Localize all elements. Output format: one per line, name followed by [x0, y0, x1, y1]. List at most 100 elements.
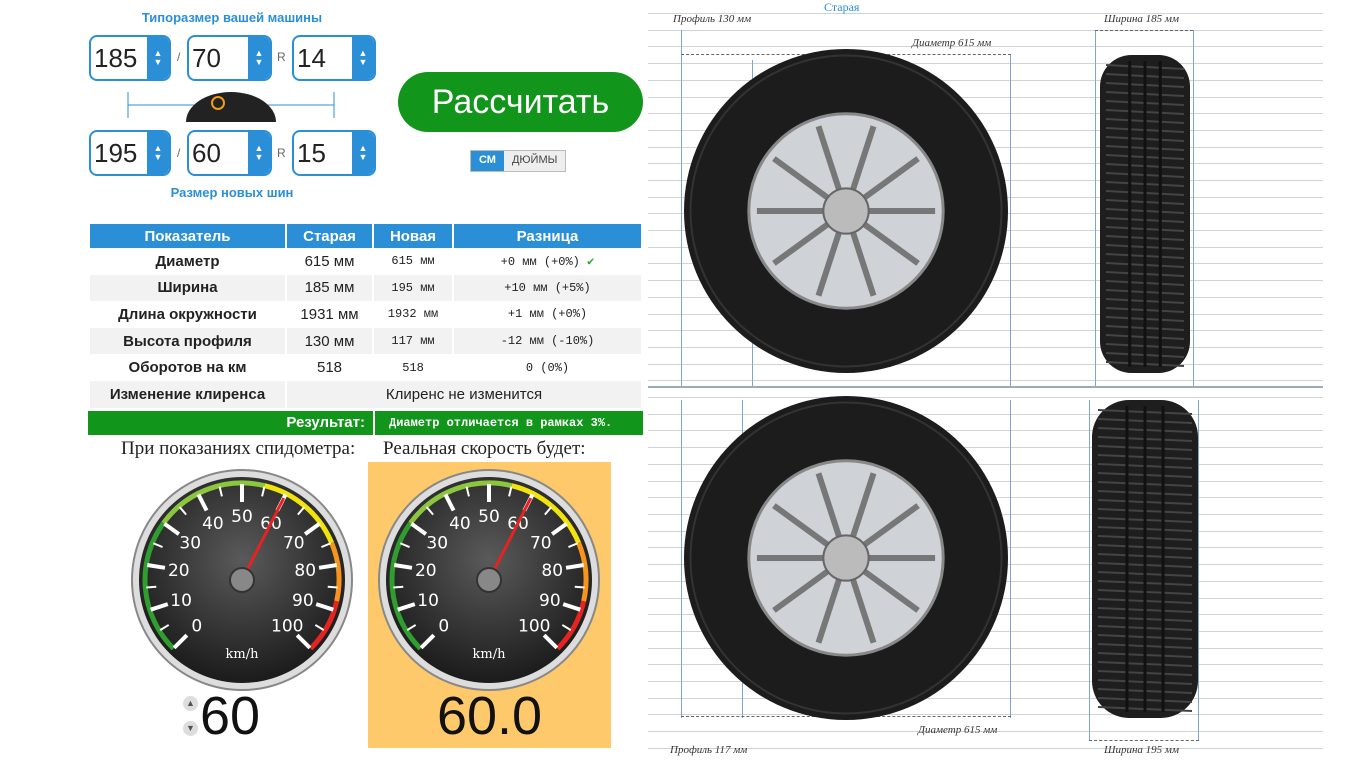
gauge-svg: 0102030405060708090100km/h [131, 469, 353, 691]
gauge-tick-label: 100 [271, 616, 303, 636]
checkmark-icon: ✔ [587, 254, 595, 269]
comparison-table: Показатель Старая Новая Разница Диаметр … [88, 224, 643, 408]
r-separator: R [277, 50, 286, 64]
table-header: Показатель Старая Новая Разница [90, 224, 641, 248]
grid-line [648, 30, 1323, 31]
spinner-icon: ▲ ▼ [248, 37, 270, 79]
tire-size-icon [127, 92, 335, 122]
spinner-icon: ▲ ▼ [352, 37, 374, 79]
gauge-tick-label: 80 [541, 561, 563, 581]
table-row: Длина окружности 1931 мм 1932 мм +1 мм (… [90, 301, 641, 328]
new-diameter-label: Диаметр 615 мм [918, 724, 998, 736]
row-new: 117 мм [374, 327, 452, 355]
calculate-button[interactable]: Рассчитать [398, 72, 643, 132]
tire-calculator: Типоразмер вашей машины 185 ▲ ▼ / 70 ▲ ▼ R… [0, 0, 1366, 768]
gauge-tick-label: 50 [478, 507, 500, 527]
decrement-icon[interactable]: ▼ [183, 721, 198, 736]
new-size-label: Размер новых шин [170, 185, 294, 200]
speedo-caption: При показаниях спидометра: [121, 438, 356, 459]
spinner-icon: ▲ ▼ [147, 37, 169, 79]
row-diff: +1 мм (+0%) [507, 307, 588, 322]
speedometer-gauge: 0102030405060708090100km/h [130, 468, 354, 692]
row-diff-text: +0 мм (+0%) [500, 254, 580, 269]
result-value: Диаметр отличается в рамках 3%. [375, 411, 643, 435]
grid-line [648, 748, 1323, 749]
old-title: Старая [824, 0, 860, 14]
gauge-unit: km/h [473, 647, 507, 662]
guide-line [1095, 30, 1096, 386]
real-speed-value: 60.0 [436, 686, 543, 746]
old-rim-select[interactable]: 14 ▲ ▼ [292, 35, 376, 81]
old-profile-value: 70 [192, 42, 221, 73]
gauge-tick-label: 10 [170, 591, 192, 611]
clearance-label: Изменение клиренса [90, 380, 285, 408]
table-row: Изменение клиренса Клиренс не изменится [90, 380, 641, 408]
row-name: Длина окружности [118, 305, 257, 323]
new-tread-image [1092, 400, 1198, 718]
row-old: 518 [316, 359, 343, 377]
new-rim-select[interactable]: 15 ▲ ▼ [292, 130, 376, 176]
row-diff: 0 (0%) [525, 360, 570, 375]
guide-line [1010, 400, 1011, 718]
speed-stepper[interactable]: ▲ ▼ [183, 696, 199, 736]
row-name: Диаметр [155, 252, 220, 270]
increment-icon[interactable]: ▲ [183, 696, 198, 711]
row-diff: -12 мм (-10%) [454, 327, 641, 355]
unit-inch-button[interactable]: ДЮЙМЫ [503, 151, 566, 171]
row-new: 518 [402, 360, 424, 375]
row-name: Высота профиля [90, 327, 285, 355]
old-width-select[interactable]: 185 ▲ ▼ [89, 35, 171, 81]
new-width-select[interactable]: 195 ▲ ▼ [89, 130, 171, 176]
diagram-divider [648, 386, 1323, 388]
table-row: Высота профиля 130 мм 117 мм -12 мм (-10… [90, 327, 641, 355]
row-old: 615 мм [304, 252, 355, 270]
row-old: 185 мм [287, 274, 372, 302]
col-diff: Разница [454, 224, 641, 248]
new-wheel-image [684, 396, 1008, 720]
spinner-icon: ▲ ▼ [248, 132, 270, 174]
old-profile-select[interactable]: 70 ▲ ▼ [187, 35, 272, 81]
old-rim-value: 14 [297, 42, 326, 73]
gauge-tick-label: 90 [292, 591, 314, 611]
gauge-tick-label: 10 [417, 591, 439, 611]
unit-toggle: СМ ДЮЙМЫ [470, 150, 567, 172]
gauge-tick-label: 0 [191, 616, 202, 636]
guide-line [1010, 55, 1011, 386]
row-diff: +10 мм (+5%) [454, 274, 641, 302]
old-diameter-label: Диаметр 615 мм [912, 37, 992, 49]
new-profile-value: 60 [192, 137, 221, 168]
old-profile-label: Профиль 130 мм [673, 13, 752, 25]
row-old: 130 мм [287, 327, 372, 355]
gauge-tick-label: 30 [179, 533, 201, 553]
guide-line [1193, 30, 1194, 386]
slash-separator: / [177, 50, 181, 64]
gauge-tick-label: 100 [518, 616, 550, 636]
gauge-tick-label: 40 [202, 514, 224, 534]
result-bar: Результат: Диаметр отличается в рамках 3… [88, 411, 643, 435]
gauge-tick-label: 70 [530, 533, 552, 553]
new-width-label: Ширина 195 мм [1104, 744, 1179, 756]
gauge-tick-label: 80 [294, 561, 316, 581]
unit-cm-button[interactable]: СМ [471, 151, 504, 171]
new-profile-label: Профиль 117 мм [670, 744, 748, 756]
clearance-value: Клиренс не изменится [287, 380, 641, 408]
gauge-tick-label: 20 [415, 561, 437, 581]
r-separator: R [277, 146, 286, 160]
table-row: Оборотов на км 518 518 0 (0%) [90, 354, 641, 381]
gauge-tick-label: 50 [231, 507, 253, 527]
gauge-tick-label: 40 [449, 514, 471, 534]
row-name: Ширина [90, 274, 285, 302]
new-profile-select[interactable]: 60 ▲ ▼ [187, 130, 272, 176]
gauge-tick-label: 90 [539, 591, 561, 611]
result-label: Результат: [88, 411, 373, 435]
real-caption: Реальная скорость будет: [383, 438, 586, 459]
gauge-unit: km/h [226, 647, 260, 662]
old-tread-image [1100, 55, 1190, 373]
table-row: Ширина 185 мм 195 мм +10 мм (+5%) [90, 274, 641, 302]
col-old: Старая [287, 224, 372, 248]
table-row: Диаметр 615 мм 615 мм +0 мм (+0%) ✔ [90, 248, 641, 275]
dimension-line [1095, 30, 1193, 31]
speedo-input[interactable]: 60 [200, 685, 280, 747]
spinner-icon: ▲ ▼ [352, 132, 374, 174]
gauge-tick-label: 70 [283, 533, 305, 553]
